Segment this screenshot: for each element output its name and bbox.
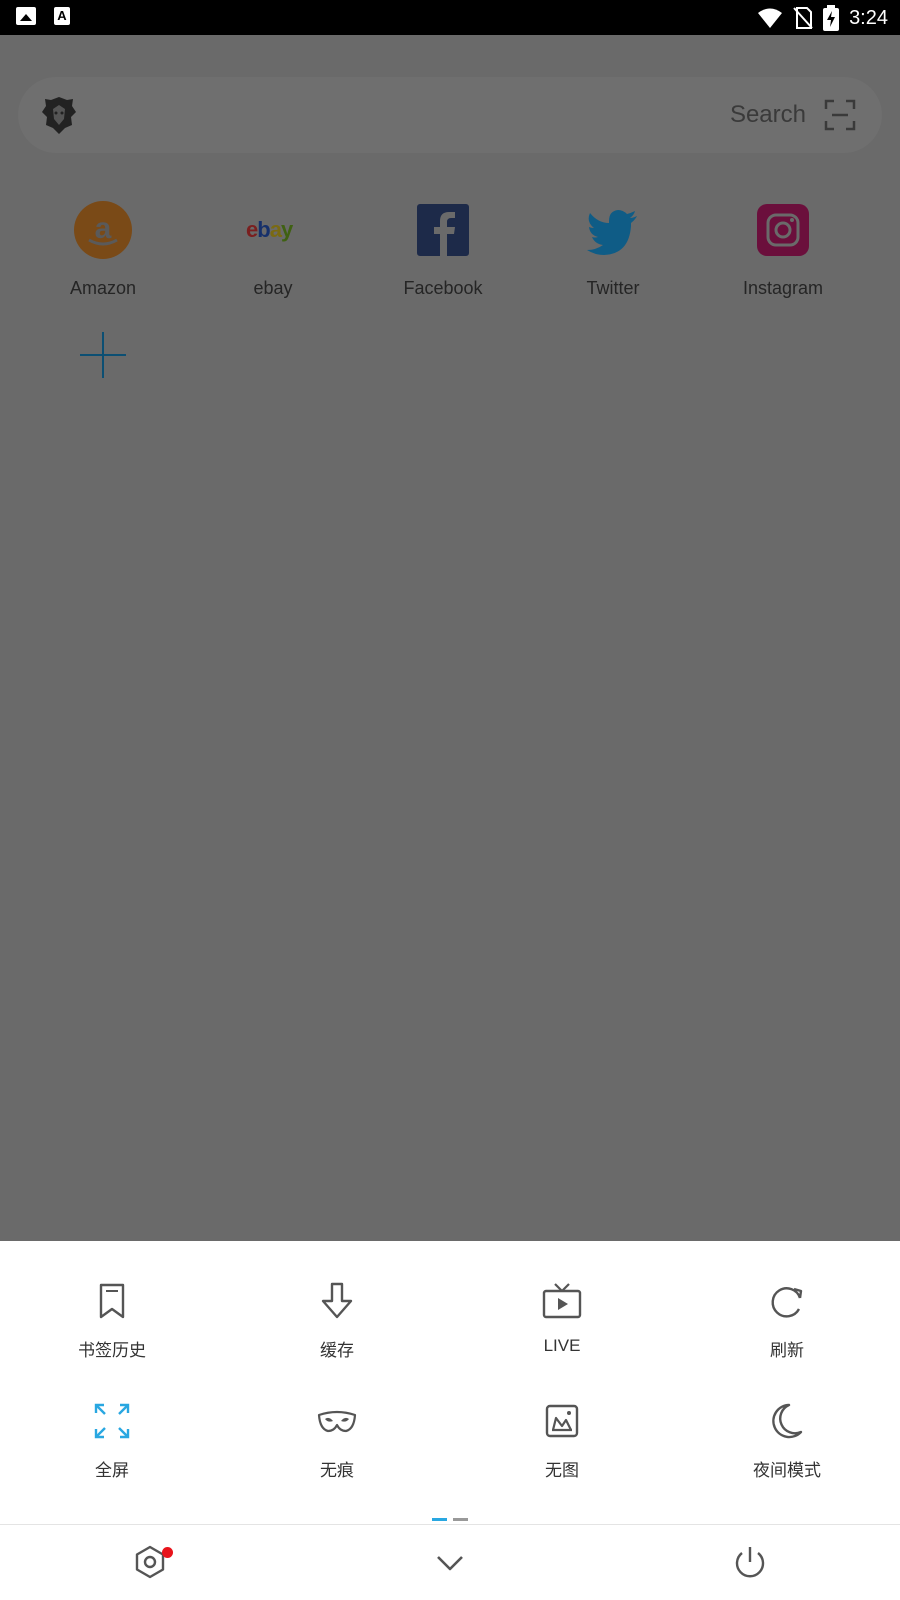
speed-dial-ebay[interactable]: ebay ebay [188, 200, 358, 299]
menu-label: 无图 [545, 1461, 579, 1480]
menu-label: 全屏 [95, 1461, 129, 1480]
speed-dial-twitter[interactable]: Twitter [528, 200, 698, 299]
site-label: Facebook [403, 278, 483, 298]
notification-badge [162, 1547, 173, 1558]
wifi-icon [758, 8, 783, 28]
browser-home-page: Search a Amazon ebay ebay Facebook Twitt… [0, 35, 900, 1241]
power-icon [735, 1547, 765, 1578]
lion-logo-icon [42, 97, 76, 134]
page-dot [453, 1518, 468, 1521]
battery-charging-icon [823, 5, 840, 31]
exit-button[interactable] [728, 1541, 772, 1585]
svg-text:ebay: ebay [246, 217, 294, 242]
menu-label: 刷新 [770, 1341, 804, 1360]
search-placeholder[interactable]: Search [730, 101, 806, 129]
divider [0, 1524, 900, 1525]
site-label: Twitter [586, 278, 640, 298]
site-label: Amazon [69, 278, 137, 298]
scan-icon[interactable] [824, 99, 856, 131]
image-notification-icon [16, 7, 36, 25]
app-notification-icon: A [54, 7, 70, 25]
menu-item-live[interactable]: LIVE [462, 1281, 662, 1356]
menu-label: 书签历史 [78, 1341, 146, 1360]
menu-item-refresh[interactable]: 刷新 [687, 1281, 887, 1361]
no-image-icon [545, 1404, 579, 1438]
settings-button[interactable] [128, 1541, 173, 1585]
fullscreen-icon [94, 1403, 130, 1439]
status-bar: A 3:24 [0, 0, 900, 35]
browser-menu-sheet: 书签历史 缓存 LIVE 刷新 全屏 无痕 无图 夜间模式 [0, 1241, 900, 1600]
chevron-down-icon [437, 1556, 463, 1571]
menu-item-incognito[interactable]: 无痕 [237, 1401, 437, 1481]
moon-icon [772, 1403, 803, 1439]
incognito-mask-icon [317, 1410, 357, 1433]
menu-label: 无痕 [320, 1461, 354, 1480]
add-site-icon[interactable] [78, 330, 128, 380]
menu-label: 夜间模式 [753, 1461, 821, 1480]
menu-item-fullscreen[interactable]: 全屏 [12, 1401, 212, 1481]
page-dot-active [432, 1518, 447, 1521]
menu-item-download[interactable]: 缓存 [237, 1281, 437, 1361]
download-icon [321, 1282, 353, 1319]
instagram-icon [753, 200, 813, 260]
amazon-icon: a [73, 200, 133, 260]
ebay-icon: ebay [243, 200, 303, 260]
menu-item-night-mode[interactable]: 夜间模式 [687, 1401, 887, 1481]
search-bar[interactable]: Search [18, 77, 882, 153]
page-indicator [432, 1518, 468, 1521]
speed-dial-instagram[interactable]: Instagram [698, 200, 868, 299]
menu-label: LIVE [543, 1336, 581, 1355]
menu-label: 缓存 [320, 1341, 354, 1360]
site-label: Instagram [742, 278, 824, 298]
bookmark-icon [99, 1283, 125, 1319]
collapse-menu-button[interactable] [428, 1541, 472, 1585]
menu-item-bookmarks-history[interactable]: 书签历史 [12, 1281, 212, 1361]
site-label: ebay [253, 278, 293, 298]
menu-item-no-image[interactable]: 无图 [462, 1401, 662, 1481]
clock: 3:24 [849, 6, 888, 29]
facebook-icon [413, 200, 473, 260]
no-sim-icon [793, 7, 813, 29]
speed-dial-amazon[interactable]: a Amazon [18, 200, 188, 299]
speed-dial-facebook[interactable]: Facebook [358, 200, 528, 299]
refresh-icon [771, 1287, 803, 1318]
svg-text:a: a [95, 212, 112, 245]
tv-live-icon [542, 1283, 582, 1319]
twitter-icon [583, 200, 643, 260]
